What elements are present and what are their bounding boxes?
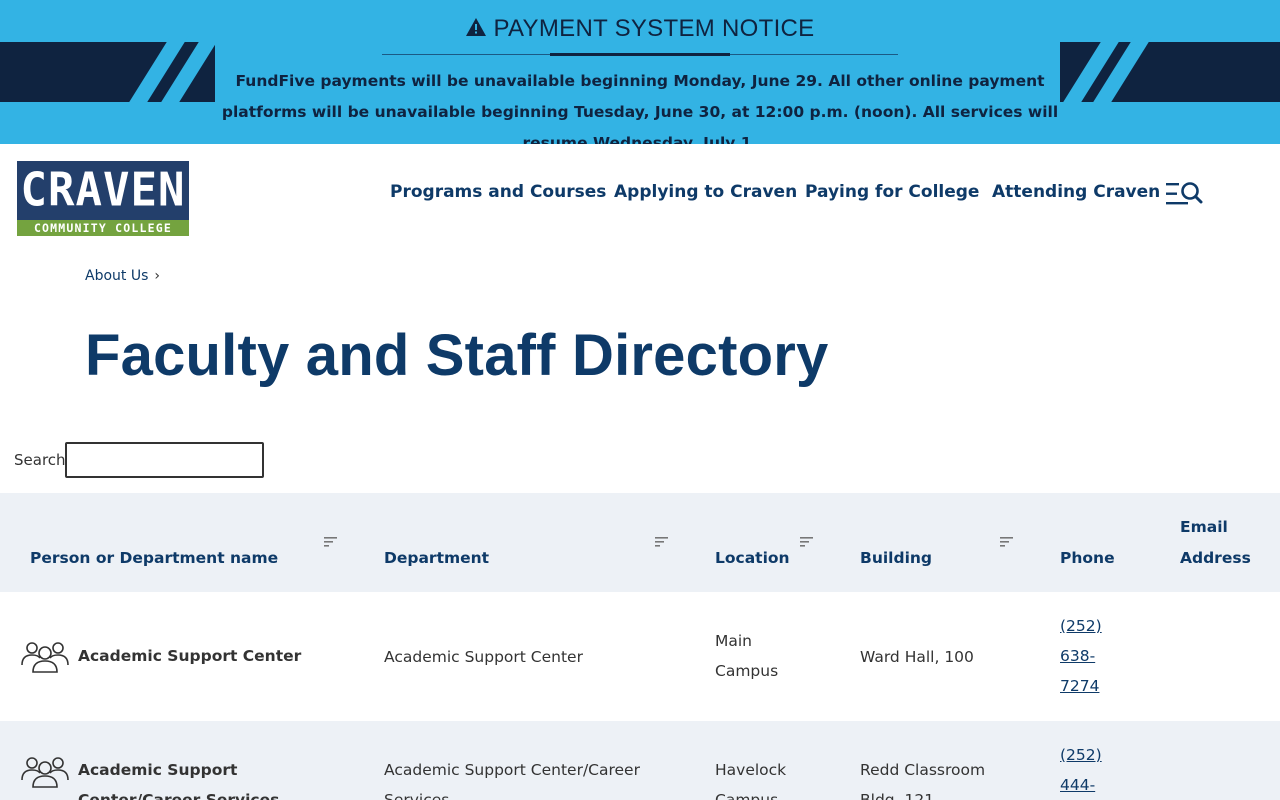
header-phone: Phone [1060,549,1115,567]
row-building: Redd Classroom Bldg, 121 [860,761,986,800]
nav-attending-craven[interactable]: Attending Craven [992,182,1160,202]
sort-icon[interactable] [324,537,338,547]
search-label: Search [14,451,66,469]
row-name: Academic Support Center [78,647,302,665]
row-phone-link[interactable]: (252) 638-7274 [1060,611,1122,701]
header-person-or-department[interactable]: Person or Department name [30,543,278,574]
header-department[interactable]: Department [384,543,489,574]
table-row: Academic Support Center/Career Services … [0,721,1280,800]
breadcrumb: About Us › [85,268,160,284]
table-row: Academic Support Center Academic Support… [0,592,1280,721]
notice-title-text: PAYMENT SYSTEM NOTICE [493,15,815,42]
craven-logo[interactable]: CRAVEN COMMUNITY COLLEGE [17,161,189,236]
logo-subtitle: COMMUNITY COLLEGE [17,220,189,236]
row-building: Ward Hall, 100 [860,648,974,666]
notice-divider-accent [550,53,730,56]
row-department: Academic Support Center/Career Services [384,761,640,800]
header-building[interactable]: Building [860,543,932,574]
search-input[interactable] [65,442,264,478]
row-location: Havelock Campus [715,761,787,800]
sort-icon[interactable] [655,537,669,547]
notice-title: PAYMENT SYSTEM NOTICE [0,15,1280,43]
nav-programs-and-courses[interactable]: Programs and Courses [390,182,606,202]
breadcrumb-separator: › [154,268,160,284]
notice-message: FundFive payments will be unavailable be… [221,72,1059,144]
breadcrumb-about-us[interactable]: About Us [85,268,148,284]
row-name: Academic Support Center/Career Services [78,761,280,800]
row-location: Main Campus [715,632,779,680]
sort-icon[interactable] [800,537,814,547]
header-email-address: Email Address [1180,518,1251,567]
warning-icon [466,18,487,36]
menu-search-icon[interactable] [1165,180,1203,208]
table-header: Person or Department name Department Loc… [0,493,1280,592]
people-icon [21,642,69,673]
logo-name: CRAVEN [20,163,186,218]
sort-icon[interactable] [1000,537,1014,547]
row-department: Academic Support Center [384,648,583,666]
page-title: Faculty and Staff Directory [85,323,829,388]
row-phone-link[interactable]: (252) 444- [1060,740,1122,800]
nav-paying-for-college[interactable]: Paying for College [805,182,979,202]
people-icon [21,757,69,788]
payment-notice-banner: PAYMENT SYSTEM NOTICE FundFive payments … [0,0,1280,144]
nav-applying-to-craven[interactable]: Applying to Craven [614,182,797,202]
header-location[interactable]: Location [715,543,790,574]
